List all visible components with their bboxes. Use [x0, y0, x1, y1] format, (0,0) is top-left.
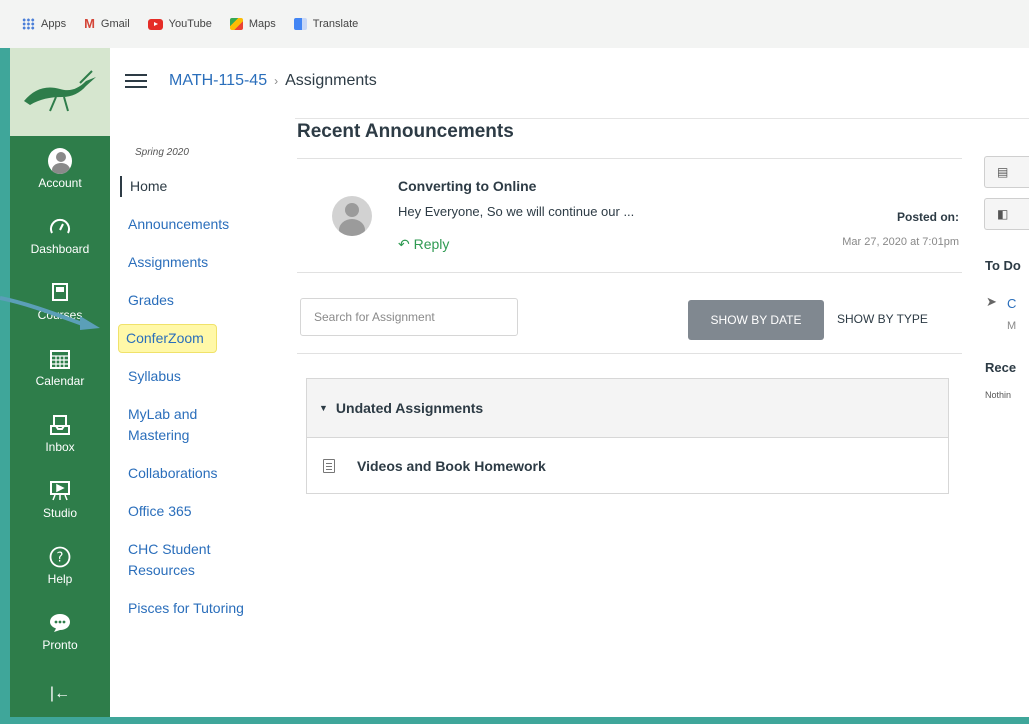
dashboard-icon: [48, 215, 72, 239]
import-icon: ▤: [997, 165, 1009, 179]
svg-text:?: ?: [57, 550, 64, 565]
term-label: Spring 2020: [135, 147, 189, 158]
assignment-group: ▼ Undated Assignments Videos and Book Ho…: [306, 378, 949, 494]
studio-icon: [48, 479, 72, 503]
todo-item-meta: M: [1007, 320, 1017, 332]
search-assignment-input[interactable]: Search for Assignment: [300, 298, 518, 336]
institution-logo[interactable]: [10, 48, 110, 136]
account-avatar-icon: [48, 147, 72, 174]
course-nav-assignments[interactable]: Assignments: [120, 252, 270, 273]
reply-link[interactable]: ↶ Reply: [398, 236, 449, 253]
nav-calendar[interactable]: Calendar: [10, 334, 110, 400]
nav-inbox[interactable]: Inbox: [10, 400, 110, 466]
translate-icon: [293, 18, 307, 30]
course-nav-office365[interactable]: Office 365: [120, 501, 270, 522]
course-nav-mylab[interactable]: MyLab and Mastering: [120, 404, 228, 446]
maps-icon: [229, 18, 243, 30]
assignment-row[interactable]: Videos and Book Homework: [307, 438, 948, 494]
posted-date: Mar 27, 2020 at 7:01pm: [842, 236, 959, 248]
nav-label: Inbox: [45, 439, 75, 454]
calendar-icon: [48, 347, 72, 371]
assignment-icon: [323, 459, 335, 473]
nav-label: Pronto: [42, 637, 78, 652]
nothing-message: Nothin: [985, 390, 1012, 400]
recent-feedback-heading: Rece: [985, 360, 1017, 375]
inbox-icon: [48, 413, 72, 437]
roadrunner-logo-icon: [24, 70, 96, 112]
breadcrumb-separator: ›: [274, 74, 279, 88]
main-content: MATH-115-45 › Assignments Spring 2020 Ho…: [110, 48, 1029, 717]
nav-help[interactable]: ? Help: [10, 532, 110, 598]
bookmark-label: Maps: [248, 18, 276, 30]
divider: [297, 272, 962, 273]
annotation-arrow-icon: [0, 296, 100, 330]
global-nav: Account Dashboard Courses Calendar Inbox…: [10, 48, 110, 717]
bookmarks-bar: Apps M Gmail YouTube Maps Translate: [0, 0, 1029, 48]
show-by-date-button[interactable]: SHOW BY DATE: [688, 300, 824, 340]
help-icon: ?: [48, 545, 72, 569]
youtube-icon: [147, 18, 163, 30]
announcement-subject[interactable]: Converting to Online: [398, 178, 536, 194]
collapse-icon: |←: [49, 685, 71, 702]
chat-bubble-icon: [48, 611, 72, 635]
bookmark-maps[interactable]: Maps: [229, 18, 276, 30]
todo-heading: To Do: [985, 258, 1021, 273]
stream-icon: ◧: [997, 207, 1009, 221]
recent-announcements-heading: Recent Announcements: [297, 121, 514, 142]
apps-grid-icon: [22, 18, 35, 30]
caret-down-icon: ▼: [319, 403, 328, 413]
bookmark-label: Apps: [41, 18, 67, 30]
nav-label: Help: [47, 571, 73, 586]
breadcrumb: MATH-115-45 › Assignments: [125, 70, 377, 92]
course-nav-grades[interactable]: Grades: [120, 290, 270, 311]
collapse-nav-button[interactable]: |←: [10, 664, 110, 724]
show-by-type-button[interactable]: SHOW BY TYPE: [837, 312, 928, 326]
nav-studio[interactable]: Studio: [10, 466, 110, 532]
bookmark-label: YouTube: [168, 18, 212, 30]
bookmark-translate[interactable]: Translate: [293, 18, 359, 30]
breadcrumb-current: Assignments: [285, 72, 377, 89]
course-nav-chc-resources[interactable]: CHC Student Resources: [120, 539, 238, 581]
hamburger-menu-icon[interactable]: [125, 70, 147, 92]
nav-label: Account: [38, 175, 82, 190]
assignment-group-header[interactable]: ▼ Undated Assignments: [307, 379, 948, 438]
todo-item-link[interactable]: C: [1007, 296, 1016, 311]
search-placeholder: Search for Assignment: [314, 310, 435, 324]
assignment-group-title: Undated Assignments: [335, 400, 484, 416]
view-stream-button[interactable]: ◧: [984, 198, 1029, 230]
nav-label: Studio: [42, 505, 78, 520]
gmail-icon: M: [84, 16, 95, 31]
divider: [297, 158, 962, 159]
course-nav: Home Announcements Assignments Grades Co…: [118, 176, 270, 636]
bookmark-label: Gmail: [100, 18, 130, 30]
assignment-title[interactable]: Videos and Book Homework: [357, 458, 546, 474]
nav-pronto[interactable]: Pronto: [10, 598, 110, 664]
announcement-message: Hey Everyone, So we will continue our ..…: [398, 204, 635, 219]
breadcrumb-course-link[interactable]: MATH-115-45: [169, 72, 267, 90]
header-divider: [295, 118, 1029, 119]
course-nav-pisces[interactable]: Pisces for Tutoring: [120, 598, 270, 619]
nav-dashboard[interactable]: Dashboard: [10, 202, 110, 268]
author-avatar: [332, 196, 372, 236]
bookmark-label: Translate: [312, 18, 359, 30]
course-nav-conferzoom[interactable]: ConferZoom: [118, 324, 217, 353]
bookmark-gmail[interactable]: M Gmail: [84, 16, 130, 31]
nav-label: Dashboard: [30, 241, 90, 256]
megaphone-icon: ➤: [986, 294, 997, 309]
course-nav-collaborations[interactable]: Collaborations: [120, 463, 270, 484]
course-nav-home[interactable]: Home: [120, 176, 270, 197]
course-nav-syllabus[interactable]: Syllabus: [120, 366, 270, 387]
course-nav-announcements[interactable]: Announcements: [120, 214, 270, 235]
divider: [297, 353, 962, 354]
nav-label: Calendar: [35, 373, 85, 388]
import-button[interactable]: ▤: [984, 156, 1029, 188]
bookmark-youtube[interactable]: YouTube: [147, 18, 212, 30]
nav-account[interactable]: Account: [10, 136, 110, 202]
posted-on-label: Posted on:: [897, 210, 959, 224]
bookmark-apps[interactable]: Apps: [22, 18, 66, 30]
